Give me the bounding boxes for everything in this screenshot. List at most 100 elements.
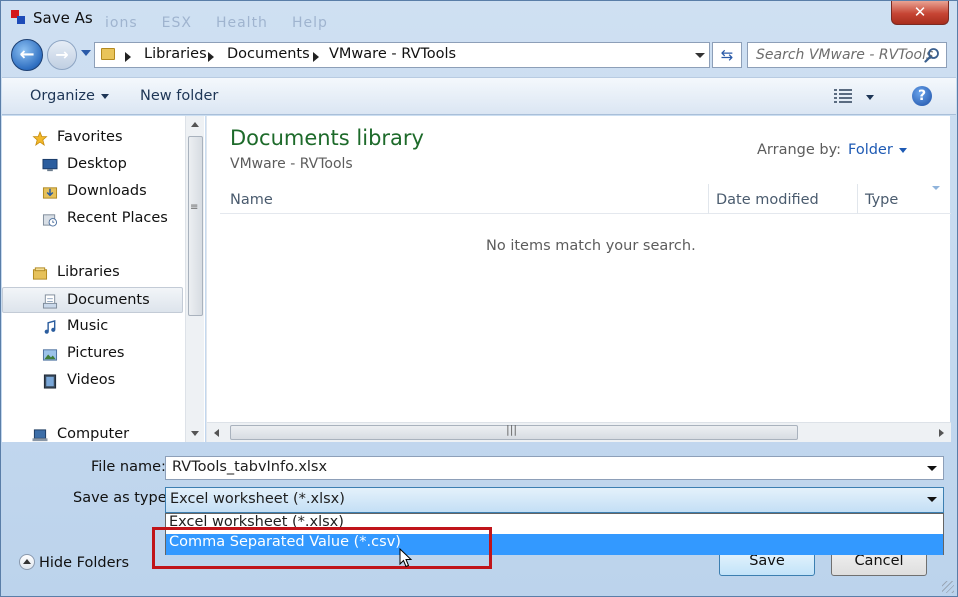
arrange-by-label: Arrange by: (757, 142, 842, 158)
breadcrumb-separator-icon[interactable] (208, 52, 214, 62)
search-icon[interactable] (924, 47, 940, 63)
file-name-label: File name: (91, 459, 166, 475)
nav-item-desktop[interactable]: Desktop (2, 152, 183, 178)
nav-label: Favorites (57, 129, 123, 145)
column-header-date-modified[interactable]: Date modified (716, 192, 819, 208)
breadcrumb-separator-icon[interactable] (313, 52, 319, 62)
star-icon (32, 131, 48, 146)
chevron-down-icon[interactable] (927, 466, 937, 471)
nav-label: Videos (67, 372, 116, 388)
scroll-down-icon[interactable] (191, 431, 199, 436)
search-input[interactable]: Search VMware - RVTools (756, 47, 933, 63)
column-header-type[interactable]: Type (865, 192, 898, 208)
file-list-pane: Documents library VMware - RVTools Arran… (206, 116, 951, 442)
horizontal-scrollbar[interactable]: ||| (207, 422, 951, 442)
column-header-name[interactable]: Name (230, 192, 273, 208)
app-icon (10, 9, 26, 25)
folder-icon (101, 48, 115, 60)
nav-label: Computer (57, 426, 130, 442)
downloads-folder-icon (42, 187, 58, 199)
file-name-value[interactable]: RVTools_tabvInfo.xlsx (172, 459, 327, 475)
new-folder-button[interactable]: New folder (140, 88, 218, 104)
breadcrumb-separator-icon[interactable] (125, 52, 131, 62)
nav-item-computer[interactable]: Computer (2, 422, 183, 442)
nav-item-libraries[interactable]: Libraries (2, 260, 183, 286)
nav-label: Recent Places (67, 210, 168, 226)
nav-scroll-thumb[interactable] (188, 136, 203, 316)
close-button[interactable]: ✕ (891, 1, 949, 25)
arrange-by-dropdown[interactable]: Folder (848, 142, 907, 158)
command-toolbar: Organize New folder ? (2, 77, 956, 115)
address-dropdown-icon[interactable] (695, 53, 705, 58)
view-dropdown-icon[interactable] (866, 95, 874, 100)
arrow-right-icon: → (55, 45, 69, 64)
background-menu-item: ions (105, 15, 138, 31)
background-menu: ions ESX Health Help (105, 15, 352, 31)
nav-label: Music (67, 318, 109, 334)
column-divider[interactable] (857, 184, 858, 214)
documents-icon (42, 294, 58, 309)
save-as-type-value: Excel worksheet (*.xlsx) (170, 491, 345, 507)
nav-item-videos[interactable]: Videos (2, 368, 183, 394)
refresh-button[interactable]: ⇆ (712, 42, 742, 68)
organize-label: Organize (30, 88, 95, 104)
recent-locations-dropdown[interactable] (81, 50, 91, 56)
videos-icon (43, 374, 57, 389)
refresh-icon: ⇆ (720, 46, 734, 64)
search-box[interactable]: Search VMware - RVTools (747, 42, 947, 68)
pictures-icon (42, 349, 58, 361)
nav-label: Libraries (57, 264, 120, 280)
navigation-pane: Favorites Desktop Downloads Recent Place… (2, 116, 205, 442)
forward-button[interactable]: → (47, 40, 77, 70)
nav-item-music[interactable]: Music (2, 314, 183, 340)
background-menu-item: Help (291, 15, 328, 31)
address-bar[interactable]: Libraries Documents VMware - RVTools (94, 42, 710, 68)
computer-icon (32, 429, 48, 442)
empty-message: No items match your search. (486, 238, 696, 254)
chevron-down-icon (898, 147, 907, 153)
nav-label: Downloads (67, 183, 147, 199)
organize-button[interactable]: Organize (30, 88, 109, 104)
scroll-up-icon[interactable] (191, 122, 199, 127)
window-title: Save As (33, 9, 93, 27)
grip-icon: ≡ (190, 202, 199, 213)
chevron-down-icon[interactable] (927, 497, 937, 502)
nav-label: Documents (67, 292, 150, 308)
file-name-field[interactable]: RVTools_tabvInfo.xlsx (165, 456, 944, 480)
arrange-by-value: Folder (848, 142, 893, 158)
column-header-row: Name Date modified Type (220, 184, 951, 214)
column-divider[interactable] (708, 184, 709, 214)
resize-grip-icon[interactable] (942, 581, 954, 593)
collapse-icon (19, 554, 35, 570)
nav-item-downloads[interactable]: Downloads (2, 179, 183, 205)
annotation-highlight-box (152, 527, 492, 569)
mouse-cursor-icon (399, 548, 413, 568)
help-icon[interactable]: ? (912, 86, 932, 106)
nav-label: Pictures (67, 345, 125, 361)
nav-item-pictures[interactable]: Pictures (2, 341, 183, 367)
save-as-type-label: Save as type: (73, 490, 172, 506)
save-as-type-select[interactable]: Excel worksheet (*.xlsx) (165, 487, 944, 513)
scroll-left-icon[interactable] (214, 429, 219, 437)
nav-item-recent-places[interactable]: Recent Places (2, 206, 183, 232)
back-button[interactable]: ← (11, 39, 43, 71)
hide-folders-button[interactable]: Hide Folders (19, 554, 129, 571)
save-as-dialog: Save As ions ESX Health Help ✕ ← → Librarie… (0, 0, 958, 597)
grip-icon: ||| (506, 423, 518, 436)
breadcrumb-vmware-rvtools[interactable]: VMware - RVTools (329, 46, 456, 62)
hide-folders-label: Hide Folders (39, 555, 130, 571)
breadcrumb-documents[interactable]: Documents (227, 46, 310, 62)
library-title: Documents library (230, 126, 424, 150)
view-options-icon[interactable] (834, 89, 852, 103)
scroll-right-icon[interactable] (939, 429, 944, 437)
sort-indicator-icon (932, 186, 940, 190)
arrow-left-icon: ← (19, 44, 35, 65)
desktop-icon (42, 158, 58, 172)
breadcrumb-libraries[interactable]: Libraries (144, 46, 207, 62)
nav-scrollbar[interactable]: ≡ (185, 116, 204, 442)
close-icon: ✕ (913, 3, 927, 21)
nav-item-documents[interactable]: Documents (2, 287, 183, 313)
libraries-icon (32, 267, 48, 280)
nav-item-favorites[interactable]: Favorites (2, 125, 183, 151)
chevron-down-icon (100, 93, 109, 99)
